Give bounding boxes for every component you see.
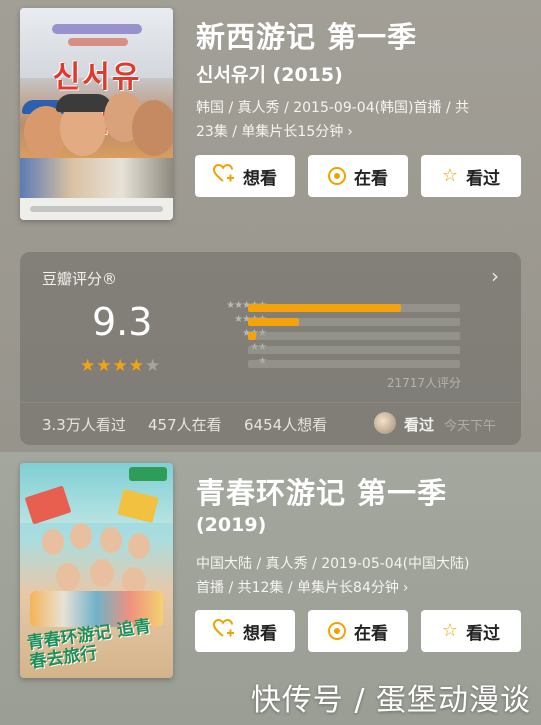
my-status-time: 今天下午 [444,419,497,434]
star-half-icon: ★ [144,356,162,376]
avatar[interactable] [374,412,396,434]
rating-stars: ★★★★★ [80,356,161,376]
show2-meta-line2: 首播 / 共12集 / 单集片长84分钟 [196,580,399,596]
star-outline-icon: ☆ [441,165,459,186]
show2-meta[interactable]: 中国大陆 / 真人秀 / 2019-05-04(中国大陆) 首播 / 共12集 … [196,552,516,600]
show2-subtitle: (2019) [196,514,267,536]
show1-meta-line1: 韩国 / 真人秀 / 2015-09-04(韩国)首播 / 共 [196,100,470,116]
show1-watched-button[interactable]: ☆ 看过 [421,155,521,197]
watched-label: 看过 [466,168,501,189]
chevron-right-icon: › [402,580,409,596]
rating-row-5: ★★★★★ [186,300,476,313]
show1-meta-line2: 23集 / 单集片长15分钟 [196,124,344,140]
poster-logo: 신서유기 [52,60,142,139]
watching-label: 在看 [354,168,388,189]
divider [20,402,521,403]
heart-plus-icon [212,618,235,643]
show2-poster[interactable]: 青春环游记 追青春去旅行 [20,463,173,678]
watching-label: 在看 [354,623,388,644]
stars-full: ★★★★ [80,356,145,376]
douban-rating-card[interactable]: 豆瓣评分® › 9.3 ★★★★★ ★★★★★ ★★★★ ★★★ ★★ ★ 21… [20,252,521,445]
want-count[interactable]: 6454人想看 [244,414,327,435]
rating-row-4: ★★★★ [186,314,476,327]
target-circle-icon [328,622,346,640]
rating-bar [248,318,299,326]
show1-watching-button[interactable]: 在看 [308,155,408,197]
show2-want-button[interactable]: 想看 [195,610,295,652]
show2-meta-line1: 中国大陆 / 真人秀 / 2019-05-04(中国大陆) [196,556,470,572]
rating-count: 21717人评分 [386,376,461,390]
chevron-right-icon: › [347,124,353,140]
watched-label: 看过 [466,623,501,644]
rating-bar [248,304,401,312]
want-label: 想看 [243,168,277,189]
show1-poster[interactable]: 신서유기 [20,8,173,220]
show1-meta[interactable]: 韩国 / 真人秀 / 2015-09-04(韩国)首播 / 共 23集 / 单集… [196,96,516,144]
show1-subtitle: 신서유기 (2015) [196,64,343,86]
target-circle-icon [328,167,346,185]
show1-title: 新西游记 第一季 [196,20,418,54]
watching-count[interactable]: 457人在看 [148,414,222,435]
rating-label: 豆瓣评分® [42,270,118,288]
show2-watched-button[interactable]: ☆ 看过 [421,610,521,652]
rating-row-1: ★ [186,356,476,369]
want-label: 想看 [243,623,277,644]
my-status: 看过 [404,416,435,434]
rating-score: 9.3 [92,300,153,344]
rating-bar [248,332,256,340]
show2-watching-button[interactable]: 在看 [308,610,408,652]
heart-plus-icon [212,163,235,188]
star-outline-icon: ☆ [441,620,459,641]
watermark: 快传号 / 蛋堡动漫谈 [250,683,531,718]
chevron-right-icon[interactable]: › [491,264,499,288]
rating-row-2: ★★ [186,342,476,355]
watched-count[interactable]: 3.3万人看过 [42,414,126,435]
rating-row-3: ★★★ [186,328,476,341]
show2-title: 青春环游记 第一季 [196,476,448,510]
show1-want-button[interactable]: 想看 [195,155,295,197]
